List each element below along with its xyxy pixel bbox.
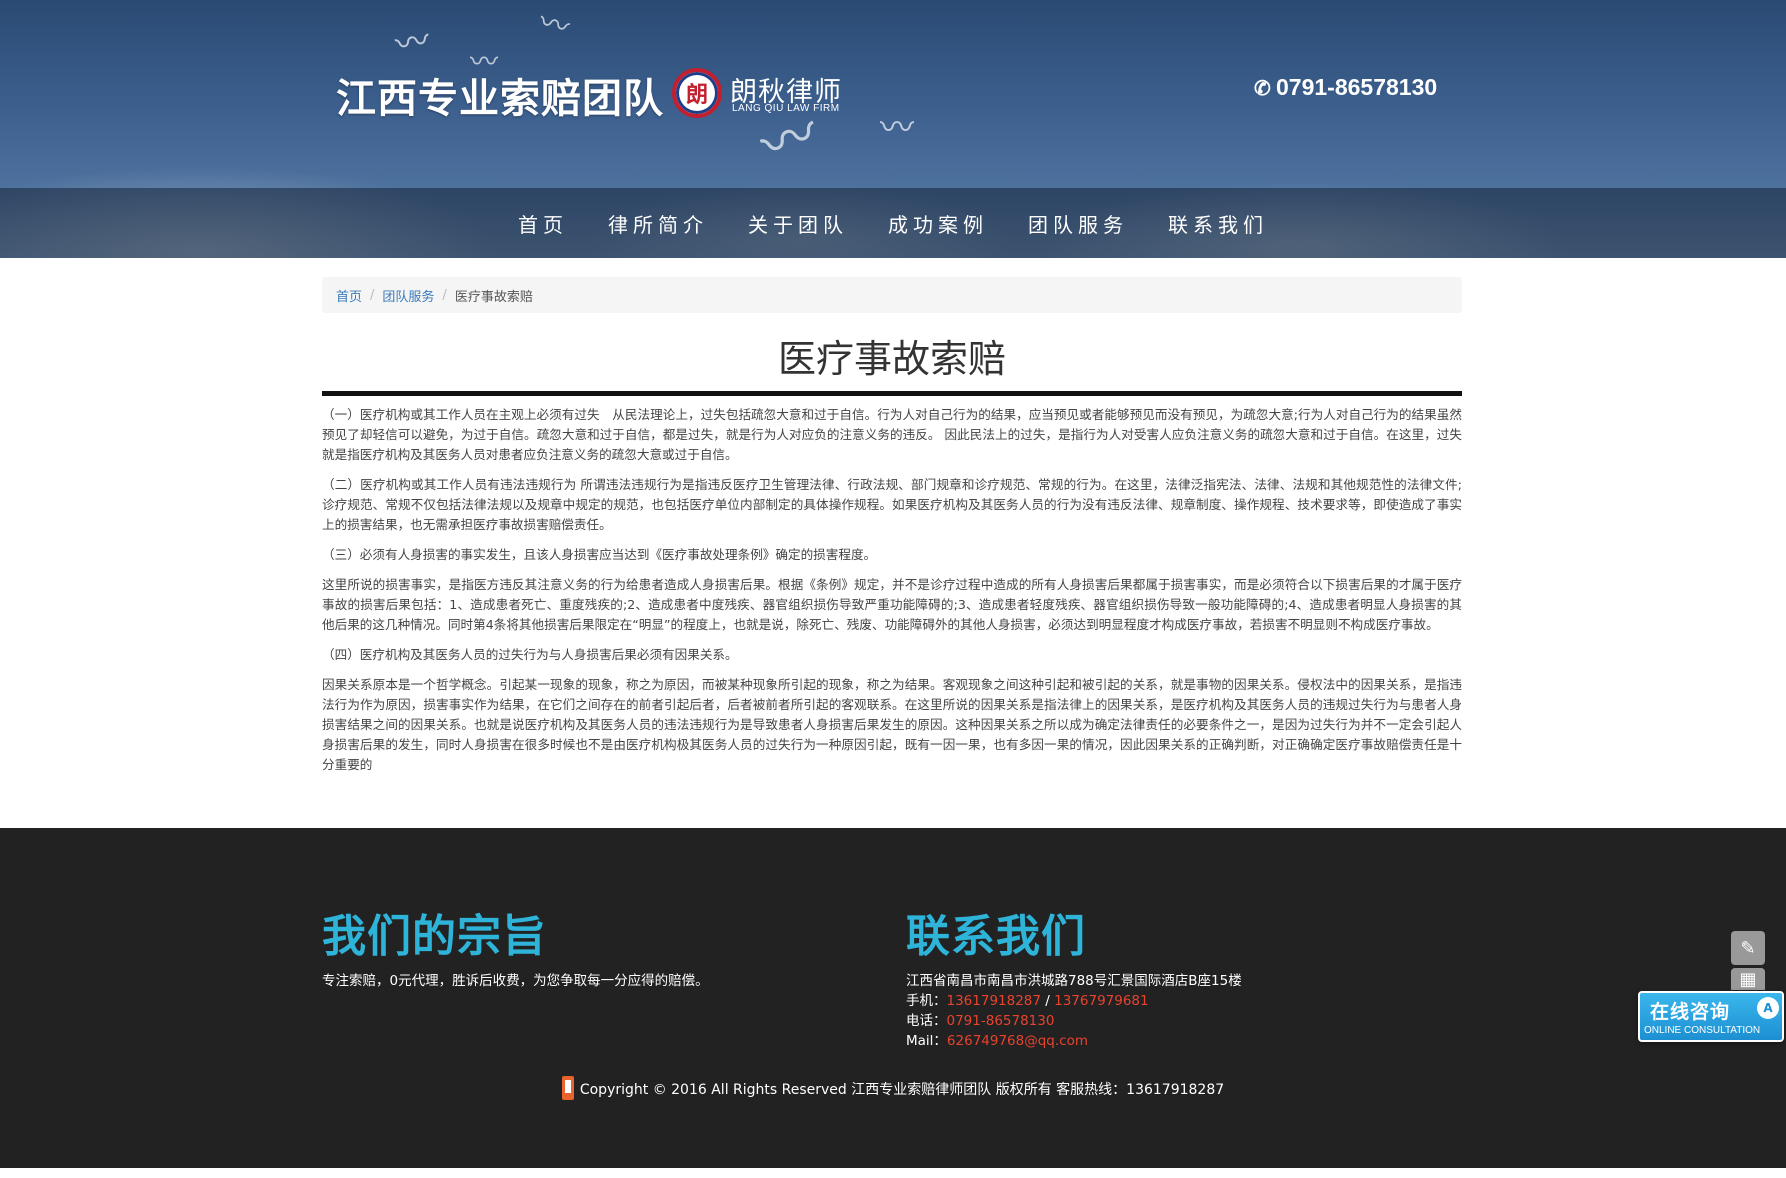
article-paragraph: 这里所说的损害事实，是指医方违反其注意义务的行为给患者造成人身损害后果。根据《条… [322, 577, 1462, 632]
mission-text: 专注索赔，0元代理，胜诉后收费，为您争取每一分应得的赔偿。 [322, 973, 709, 989]
article-paragraph: （一）医疗机构或其工作人员在主观上必须有过失 从民法理论上，过失包括疏忽大意和过… [322, 407, 1462, 462]
nav-item-contact[interactable]: 联系我们 [1148, 209, 1288, 238]
bird-decoration: 〰 [392, 20, 433, 66]
article-body: （一）医疗机构或其工作人员在主观上必须有过失 从民法理论上，过失包括疏忽大意和过… [322, 405, 1462, 785]
firm-logo-glyph: 朗 [685, 83, 708, 108]
consult-label-en: ONLINE CONSULTATION [1644, 1025, 1761, 1036]
phone-icon: ✆ [1254, 78, 1271, 100]
mail-label: Mail： [906, 1033, 947, 1049]
tel-label: 电话： [906, 1013, 947, 1029]
nav-item-firm-intro[interactable]: 律所简介 [588, 209, 728, 238]
bird-decoration: 〰 [880, 108, 914, 148]
mobile-separator: / [1040, 993, 1055, 1009]
firm-logo-icon[interactable]: 朗 [672, 68, 722, 118]
contact-tel: 电话：0791-86578130 [906, 1011, 1242, 1031]
article-paragraph: （三）必须有人身损害的事实发生，且该人身损害应当达到《医疗事故处理条例》确定的损… [322, 547, 877, 562]
breadcrumb-separator: / [370, 287, 375, 303]
mobile-link-1[interactable]: 13617918287 [947, 993, 1041, 1009]
breadcrumb-separator: / [442, 287, 447, 303]
nav-item-cases[interactable]: 成功案例 [868, 209, 1008, 238]
contact-heading: 联系我们 [906, 911, 1086, 962]
online-consultation-button[interactable]: 在线咨询 ONLINE CONSULTATION A [1638, 991, 1784, 1042]
tel-link[interactable]: 0791-86578130 [947, 1013, 1055, 1029]
consult-label: 在线咨询 [1650, 1001, 1731, 1023]
header-phone[interactable]: ✆ 0791-86578130 [1254, 74, 1437, 101]
page-title: 医疗事故索赔 [777, 337, 1006, 381]
title-divider [322, 391, 1462, 396]
article-paragraph: （二）医疗机构或其工作人员有违法违规行为 所谓违法违规行为是指违反医疗卫生管理法… [322, 477, 1462, 532]
nav-item-services[interactable]: 团队服务 [1008, 209, 1148, 238]
pencil-icon[interactable]: ✎ [1731, 931, 1765, 965]
breadcrumb-section[interactable]: 团队服务 [382, 286, 434, 305]
copyright-bar: Copyright © 2016 All Rights Reserved 江西专… [0, 1076, 1786, 1100]
contact-info: 江西省南昌市南昌市洪城路788号汇景国际酒店B座15楼 手机：136179182… [906, 971, 1242, 1051]
nav-item-home[interactable]: 首页 [498, 209, 588, 238]
mail-link[interactable]: 626749768@qq.com [947, 1033, 1088, 1049]
nav-bar: 首页 律所简介 关于团队 成功案例 团队服务 联系我们 [0, 188, 1786, 258]
qrcode-icon[interactable]: ▦ [1731, 968, 1765, 990]
article-paragraph: （四）医疗机构及其医务人员的过失行为与人身损害后果必须有因果关系。 [322, 647, 738, 662]
contact-mobile: 手机：13617918287 / 13767979681 [906, 991, 1242, 1011]
header-phone-number: 0791-86578130 [1276, 74, 1438, 100]
breadcrumb: 首页 / 团队服务 / 医疗事故索赔 [322, 277, 1462, 313]
bird-decoration: 〰 [535, 4, 574, 47]
header-banner: 〰 〰 〰 〰 〰 江西专业索赔团队 朗 朗秋律师 LANG QIU LAW F… [0, 0, 1786, 258]
main-nav: 首页 律所简介 关于团队 成功案例 团队服务 联系我们 [0, 188, 1786, 258]
nav-item-about-team[interactable]: 关于团队 [728, 209, 868, 238]
mobile-phone-icon [561, 1076, 574, 1100]
contact-address: 江西省南昌市南昌市洪城路788号汇景国际酒店B座15楼 [906, 973, 1242, 989]
footer-bottom-edge [0, 1168, 1786, 1178]
copyright-text: Copyright © 2016 All Rights Reserved 江西专… [579, 1082, 1225, 1098]
firm-name-en: LANG QIU LAW FIRM [732, 103, 840, 114]
breadcrumb-home[interactable]: 首页 [336, 286, 362, 305]
breadcrumb-current: 医疗事故索赔 [454, 289, 533, 305]
site-brand-title[interactable]: 江西专业索赔团队 [336, 66, 664, 124]
mobile-label: 手机： [906, 993, 947, 1009]
chat-bubble-icon: A [1757, 997, 1779, 1019]
mission-heading: 我们的宗旨 [322, 911, 547, 962]
footer: 我们的宗旨 专注索赔，0元代理，胜诉后收费，为您争取每一分应得的赔偿。 联系我们… [0, 828, 1786, 1168]
contact-mail: Mail：626749768@qq.com [906, 1031, 1242, 1051]
article-paragraph: 因果关系原本是一个哲学概念。引起某一现象的现象，称之为原因，而被某种现象所引起的… [322, 677, 1462, 772]
mobile-link-2[interactable]: 13767979681 [1054, 993, 1148, 1009]
